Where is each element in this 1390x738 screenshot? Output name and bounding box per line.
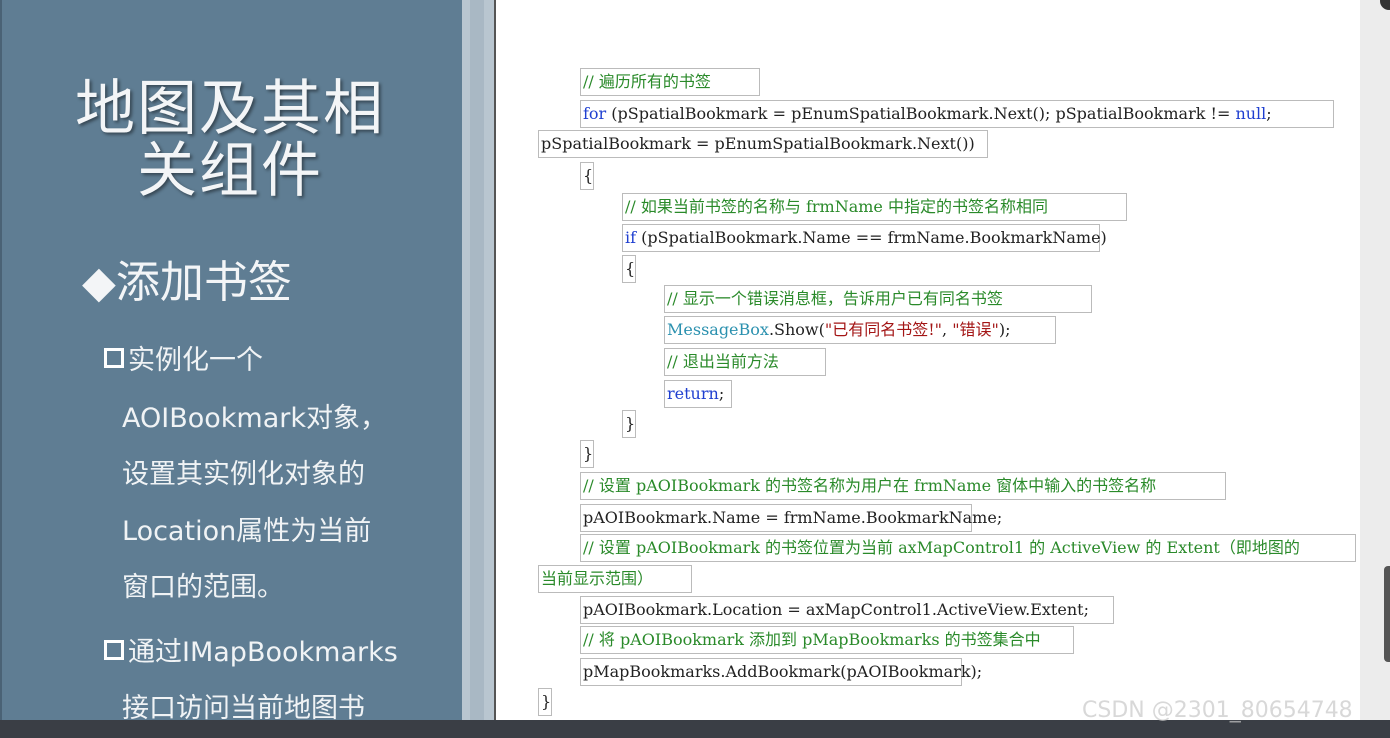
code-if-line: if (pSpatialBookmark.Name == frmName.Boo… [622, 224, 1107, 252]
code-comment: // 如果当前书签的名称与 frmName 中指定的书签名称相同 [622, 193, 1127, 221]
code-comment-cont: 当前显示范围） [538, 565, 692, 593]
bullet-item: 通过IMapBookmarks [104, 624, 398, 682]
bullet-text: 设置其实例化对象的 [122, 459, 365, 490]
bullet-text: 窗口的范围。 [122, 572, 284, 603]
scroll-handle[interactable] [1384, 566, 1390, 662]
square-bullet-icon [104, 640, 124, 660]
code-brace: } [580, 440, 594, 468]
code-comment: // 遍历所有的书签 [580, 68, 760, 96]
watermark: CSDN @2301_80654748 [1082, 698, 1353, 723]
code-comment: // 将 pAOIBookmark 添加到 pMapBookmarks 的书签集… [580, 626, 1074, 654]
code-brace: { [580, 162, 594, 190]
code-brace: } [538, 688, 552, 716]
slide-title: 地图及其相 关组件 [40, 78, 420, 202]
code-comment: // 显示一个错误消息框，告诉用户已有同名书签 [664, 285, 1092, 313]
code-assign-location: pAOIBookmark.Location = axMapControl1.Ac… [580, 596, 1114, 624]
code-comment: // 设置 pAOIBookmark 的书签位置为当前 axMapControl… [580, 534, 1356, 562]
code-assign-name: pAOIBookmark.Name = frmName.BookmarkName… [580, 504, 1002, 532]
code-comment: // 设置 pAOIBookmark 的书签名称为用户在 frmName 窗体中… [580, 472, 1226, 500]
code-brace: } [622, 410, 636, 438]
slide-title-line1: 地图及其相 [75, 74, 385, 144]
code-for-line-cont: pSpatialBookmark = pEnumSpatialBookmark.… [538, 130, 988, 158]
code-add-bookmark: pMapBookmarks.AddBookmark(pAOIBookmark); [580, 658, 982, 686]
slide-title-line2: 关组件 [137, 136, 323, 206]
square-bullet-icon [104, 348, 124, 368]
code-messagebox-line: MessageBox.Show("已有同名书签!", "错误"); [664, 316, 1056, 344]
slide-divider-inner [470, 0, 484, 720]
section-heading: ◆添加书签 [82, 257, 292, 308]
code-comment: // 退出当前方法 [664, 348, 826, 376]
code-for-line: for (pSpatialBookmark = pEnumSpatialBook… [580, 100, 1334, 128]
bullet-item: 实例化一个 [104, 332, 263, 390]
bullet-text: AOIBookmark对象， [122, 403, 387, 434]
bullet-text: Location属性为当前 [122, 516, 372, 547]
code-brace: { [622, 255, 636, 283]
code-return-line: return; [664, 380, 732, 408]
